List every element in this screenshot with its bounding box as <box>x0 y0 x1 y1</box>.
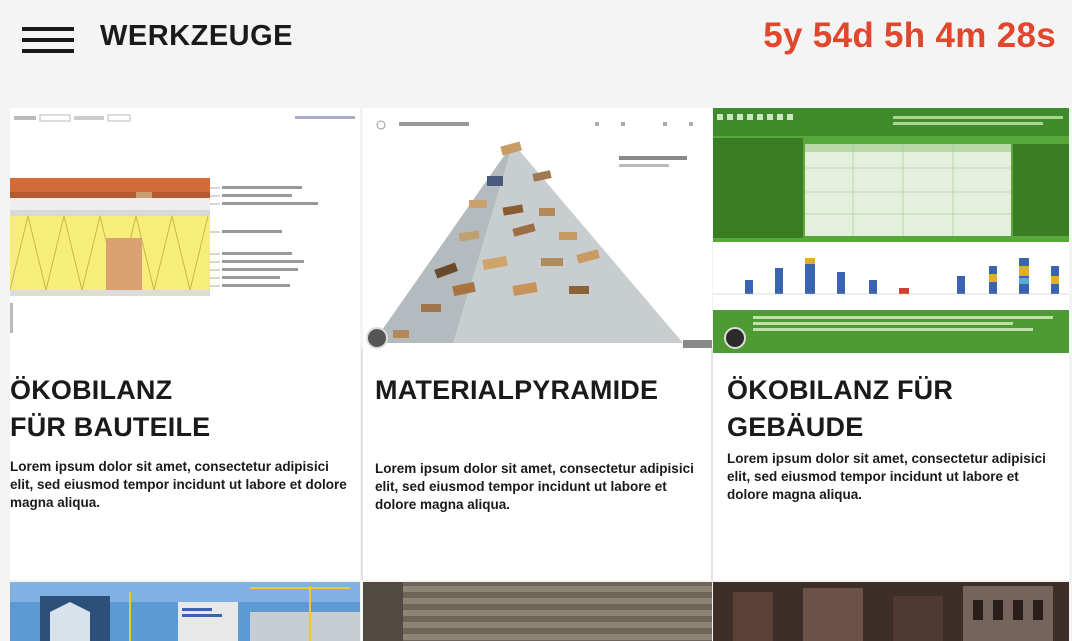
card-title: MATERIALPYRAMIDE <box>375 375 659 405</box>
card-description: Lorem ipsum dolor sit amet, consectetur … <box>10 459 347 510</box>
tool-card-materialpyramide[interactable]: MATERIALPYRAMIDE Lorem ipsum dolor sit a… <box>363 108 712 580</box>
thumbnail-bauteil-section <box>10 108 360 353</box>
menu-icon[interactable] <box>22 27 74 53</box>
card-title: ÖKOBILANZ FÜR GEBÄUDE <box>727 375 954 442</box>
tool-card-oekobilanz-gebaeude[interactable]: ÖKOBILANZ FÜR GEBÄUDE Lorem ipsum dolor … <box>713 108 1069 580</box>
thumbnail-building-facade[interactable] <box>713 582 1069 641</box>
next-cards-row <box>10 582 1069 641</box>
card-description: Lorem ipsum dolor sit amet, consectetur … <box>727 451 1046 502</box>
card-description: Lorem ipsum dolor sit amet, consectetur … <box>375 461 694 512</box>
thumbnail-construction-site[interactable] <box>10 582 360 641</box>
thumbnail-building-spreadsheet <box>713 108 1069 353</box>
header: WERKZEUGE 5y 54d 5h 4m 28s <box>0 0 1072 80</box>
thumbnail-material-pyramid <box>363 108 712 353</box>
card-title: ÖKOBILANZ FÜR BAUTEILE <box>10 375 211 442</box>
thumbnail-wooden-planks[interactable] <box>363 582 712 641</box>
tool-card-oekobilanz-bauteile[interactable]: ÖKOBILANZ FÜR BAUTEILE Lorem ipsum dolor… <box>10 108 360 580</box>
page-title: WERKZEUGE <box>100 20 293 52</box>
countdown-timer: 5y 54d 5h 4m 28s <box>763 16 1056 55</box>
tools-grid: ÖKOBILANZ FÜR BAUTEILE Lorem ipsum dolor… <box>10 108 1069 580</box>
